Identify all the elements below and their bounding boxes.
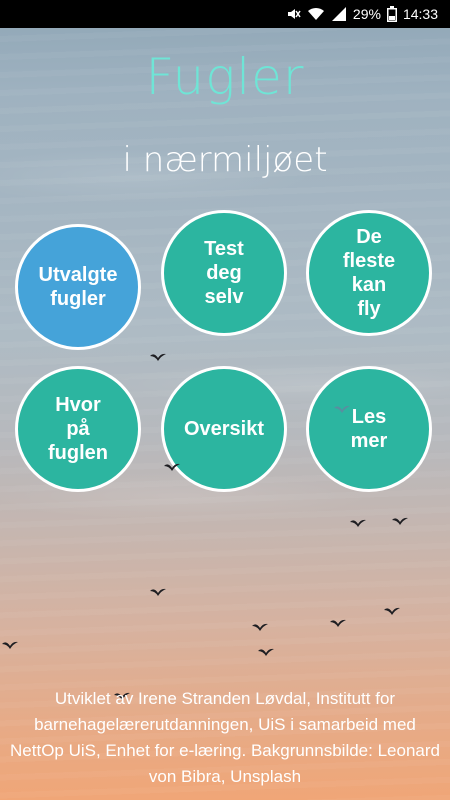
bird-icon [164, 463, 180, 471]
menu-button-les-mer[interactable]: Les mer [306, 366, 432, 492]
bird-icon [150, 353, 166, 361]
bird-icon [252, 623, 268, 631]
bird-icon [150, 588, 166, 596]
bird-icon [258, 648, 274, 656]
wifi-icon [307, 6, 325, 22]
menu-button-test-deg-selv[interactable]: Test deg selv [161, 210, 287, 336]
signal-icon [331, 6, 347, 22]
status-bar: 29% 14:33 [0, 0, 450, 28]
credits-text: Utviklet av Irene Stranden Løvdal, Insti… [10, 689, 440, 786]
bird-icon [392, 517, 408, 525]
app-title: Fugler [145, 48, 305, 106]
battery-icon [386, 6, 397, 22]
bird-icon [330, 619, 346, 627]
clock: 14:33 [402, 6, 438, 22]
bird-icon [350, 519, 366, 527]
bird-icon [384, 607, 400, 615]
menu-button-hvor-pa-fuglen[interactable]: Hvor på fuglen [15, 366, 141, 492]
app-subtitle: i nærmiljøet [122, 140, 328, 180]
battery-percent: 29% [352, 6, 381, 22]
menu-button-de-fleste-kan-fly[interactable]: De fleste kan fly [306, 210, 432, 336]
menu-button-utvalgte-fugler[interactable]: Utvalgte fugler [15, 224, 141, 350]
bird-icon [2, 641, 18, 649]
bird-icon [334, 405, 350, 413]
mute-icon [285, 6, 301, 22]
